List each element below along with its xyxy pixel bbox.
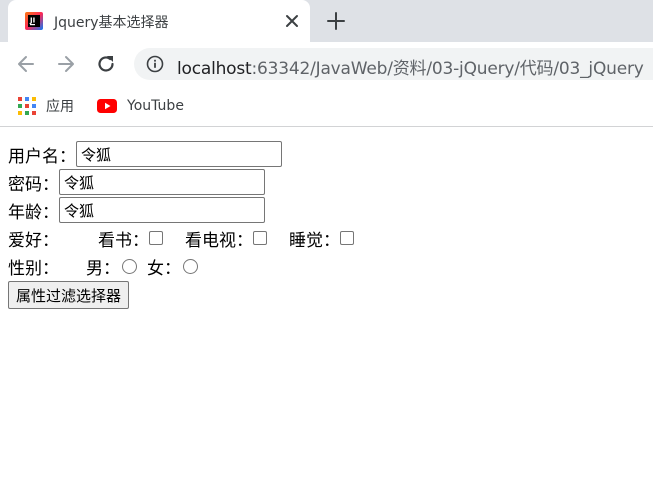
url-text[interactable]: localhost:63342/JavaWeb/资料/03-jQuery/代码/… bbox=[177, 54, 644, 79]
hobby-option-label: 看电视： bbox=[185, 230, 253, 251]
hobby-option-label: 睡觉： bbox=[289, 230, 340, 251]
username-row: 用户名： bbox=[8, 140, 354, 168]
jetbrains-icon: JI bbox=[25, 12, 43, 30]
bookmarks-bar: 应用 YouTube bbox=[0, 86, 653, 127]
youtube-icon bbox=[97, 99, 117, 113]
gender-option-label: 男： bbox=[86, 258, 120, 279]
attribute-filter-button[interactable]: 属性过滤选择器 bbox=[8, 281, 130, 309]
hobby-label: 爱好： bbox=[8, 230, 59, 251]
bookmark-label: YouTube bbox=[127, 98, 184, 114]
age-row: 年龄： bbox=[8, 196, 354, 224]
close-tab-icon[interactable] bbox=[282, 11, 302, 31]
back-arrow-icon[interactable] bbox=[15, 53, 37, 75]
url-host: localhost bbox=[177, 59, 252, 79]
password-row: 密码： bbox=[8, 168, 354, 196]
button-row: 属性过滤选择器 bbox=[8, 280, 354, 310]
page-content: 用户名： 密码： 年龄： 爱好： 看书： 看电视： 睡觉： 性别： 男： 女： … bbox=[8, 140, 354, 310]
apps-grid-icon bbox=[18, 97, 36, 115]
tab-title: Jquery基本选择器 bbox=[54, 15, 169, 31]
password-label: 密码： bbox=[8, 174, 59, 195]
hobby-tv-checkbox[interactable] bbox=[253, 231, 267, 245]
gender-option-label: 女： bbox=[147, 258, 181, 279]
tab-strip: JI Jquery基本选择器 bbox=[0, 0, 653, 42]
password-input[interactable] bbox=[59, 169, 265, 195]
username-label: 用户名： bbox=[8, 146, 76, 167]
bookmark-label: 应用 bbox=[46, 99, 74, 115]
hobby-sleep-checkbox[interactable] bbox=[340, 231, 354, 245]
forward-arrow-icon[interactable] bbox=[55, 53, 77, 75]
hobby-row: 爱好： 看书： 看电视： 睡觉： bbox=[8, 224, 354, 252]
new-tab-icon[interactable] bbox=[326, 11, 346, 31]
age-label: 年龄： bbox=[8, 202, 59, 223]
browser-tab[interactable]: JI Jquery基本选择器 bbox=[8, 0, 310, 42]
bookmark-apps[interactable]: 应用 bbox=[18, 96, 74, 116]
age-input[interactable] bbox=[59, 197, 265, 223]
gender-female-radio[interactable] bbox=[183, 258, 198, 274]
browser-toolbar: localhost:63342/JavaWeb/资料/03-jQuery/代码/… bbox=[0, 42, 653, 86]
gender-row: 性别： 男： 女： bbox=[8, 252, 354, 280]
bookmark-youtube[interactable]: YouTube bbox=[97, 96, 184, 116]
gender-male-radio[interactable] bbox=[122, 258, 137, 274]
username-input[interactable] bbox=[76, 141, 282, 167]
svg-text:JI: JI bbox=[29, 17, 35, 25]
url-path: :63342/JavaWeb/资料/03-jQuery/代码/03_jQuery bbox=[251, 59, 644, 79]
hobby-option-label: 看书： bbox=[98, 230, 149, 251]
reload-icon[interactable] bbox=[95, 53, 117, 75]
gender-label: 性别： bbox=[8, 258, 59, 279]
info-icon[interactable] bbox=[146, 55, 164, 73]
address-bar[interactable]: localhost:63342/JavaWeb/资料/03-jQuery/代码/… bbox=[134, 48, 653, 80]
hobby-reading-checkbox[interactable] bbox=[149, 231, 163, 245]
